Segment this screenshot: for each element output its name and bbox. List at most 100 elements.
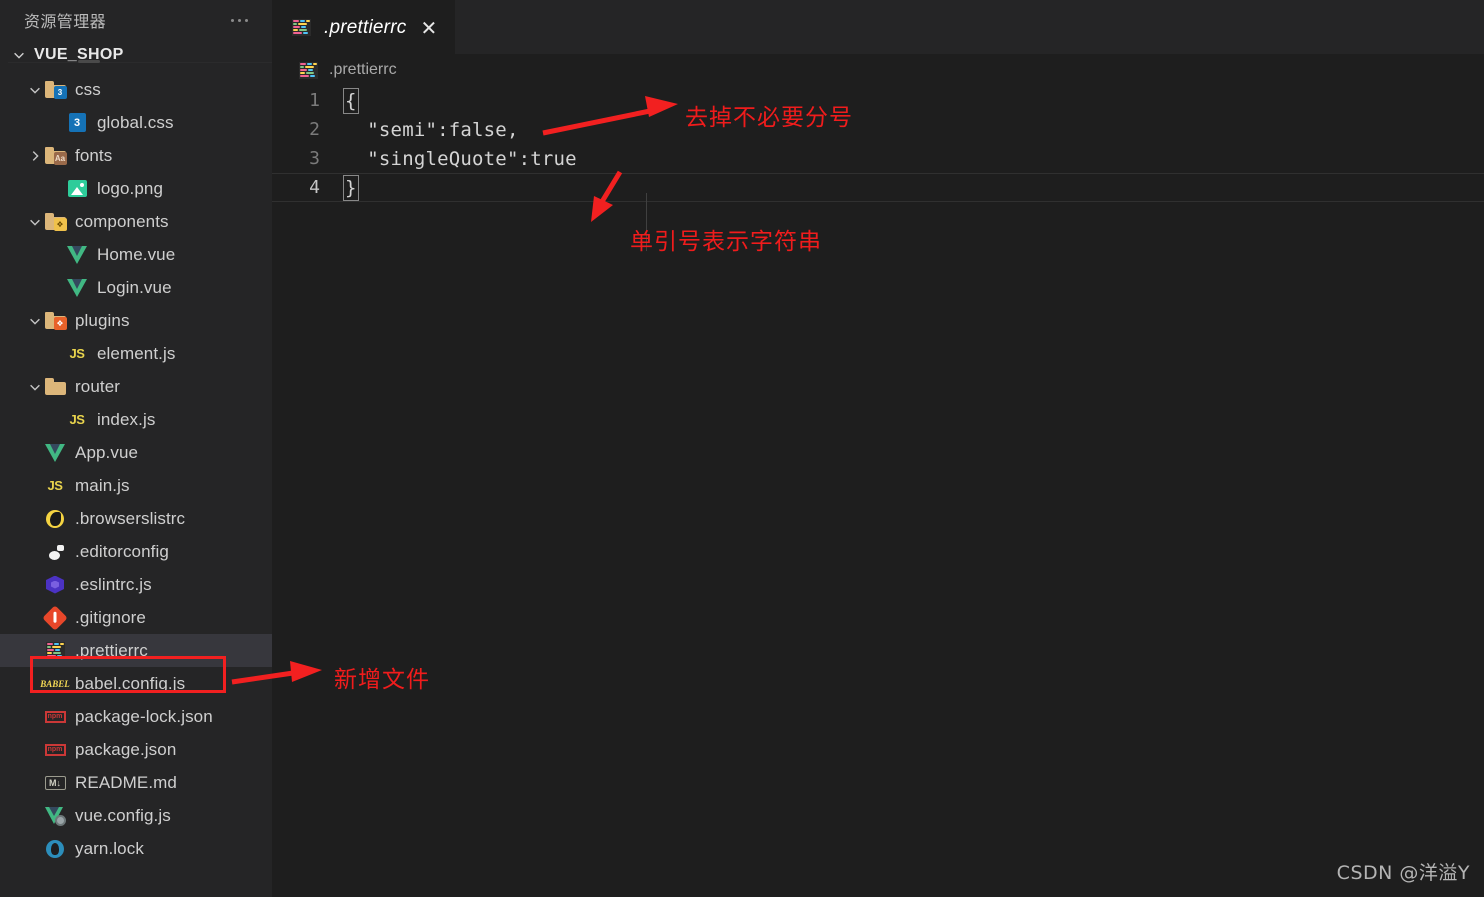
chevron-down-icon[interactable] (26, 378, 44, 396)
tree-row-babel-config-js[interactable]: BABEL babel.config.js (0, 667, 272, 700)
file-tree: 3 css 3 global.css Aa fonts logo.png ❖ component… (0, 70, 272, 897)
code-editor[interactable]: 1{2 "semi":false, 3 "singleQuote":true 4} (272, 86, 1484, 897)
breadcrumb-label: .prettierrc (329, 61, 397, 78)
tree-row-label: plugins (75, 310, 130, 330)
tree-row-package-lock-json[interactable]: npm package-lock.json (0, 700, 272, 733)
code-line[interactable]: 1{ (272, 86, 1484, 115)
tree-row-label: README.md (75, 772, 177, 792)
tree-row-main-js[interactable]: JS main.js (0, 469, 272, 502)
code-lines: 1{2 "semi":false, 3 "singleQuote":true 4} (272, 86, 1484, 202)
explorer-sidebar: 资源管理器 VUE_SHOP 3 css 3 global.css Aa fonts log… (0, 0, 272, 897)
tree-row-router[interactable]: router (0, 370, 272, 403)
js-file-icon: JS (47, 478, 63, 493)
editorconfig-icon (44, 541, 66, 563)
tree-row-label: main.js (75, 475, 130, 495)
folder-plugins-icon: ❖ (44, 310, 67, 332)
tree-row-element-js[interactable]: JS element.js (0, 337, 272, 370)
tree-row-label: yarn.lock (75, 838, 144, 858)
tree-row-label: babel.config.js (75, 673, 186, 693)
folder-components-icon: ❖ (44, 211, 67, 233)
tree-row-label: vue.config.js (75, 805, 171, 825)
tree-row-label: global.css (97, 112, 174, 132)
vue-file-icon (44, 442, 66, 464)
tree-row-prettierrc[interactable]: .prettierrc (0, 634, 272, 667)
chevron-down-icon[interactable] (26, 213, 44, 231)
tree-row-label: css (75, 79, 101, 99)
eslint-icon (44, 574, 66, 596)
tree-row-label: Login.vue (97, 277, 172, 297)
babel-icon: BABEL (40, 678, 70, 689)
tree-row-gitignore[interactable]: .gitignore (0, 601, 272, 634)
close-icon[interactable]: ✕ (418, 18, 439, 38)
breadcrumb[interactable]: .prettierrc (272, 54, 1484, 86)
project-root-row[interactable]: VUE_SHOP (0, 40, 272, 70)
tree-row-readme-md[interactable]: M↓ README.md (0, 766, 272, 799)
tree-row-label: .eslintrc.js (75, 574, 152, 594)
tree-row-css[interactable]: 3 css (0, 73, 272, 106)
chevron-right-icon[interactable] (26, 147, 44, 165)
tree-row-eslintrc-js[interactable]: .eslintrc.js (0, 568, 272, 601)
js-file-icon: JS (69, 412, 85, 427)
vue-file-icon (66, 277, 88, 299)
code-line[interactable]: 2 "semi":false, (272, 115, 1484, 144)
tree-row-label: .gitignore (75, 607, 146, 627)
code-text: "singleQuote":true (344, 147, 577, 170)
line-number: 1 (309, 90, 320, 111)
line-number: 3 (309, 148, 320, 169)
tree-row-label: package-lock.json (75, 706, 213, 726)
tree-row-yarn-lock[interactable]: yarn.lock (0, 832, 272, 865)
code-text: { (343, 87, 359, 114)
tree-row-browserslistrc[interactable]: .browserslistrc (0, 502, 272, 535)
tree-row-home-vue[interactable]: Home.vue (0, 238, 272, 271)
tree-row-plugins[interactable]: ❖ plugins (0, 304, 272, 337)
js-file-icon: JS (69, 346, 85, 361)
vue-file-icon (66, 244, 88, 266)
npm-icon: npm (44, 706, 66, 728)
tree-row-fonts[interactable]: Aa fonts (0, 139, 272, 172)
tree-row-global-css[interactable]: 3 global.css (0, 106, 272, 139)
tree-row-editorconfig[interactable]: .editorconfig (0, 535, 272, 568)
tree-row-label: element.js (97, 343, 176, 363)
tree-row-index-js[interactable]: JS index.js (0, 403, 272, 436)
chevron-down-icon[interactable] (26, 312, 44, 330)
chevron-down-icon[interactable] (26, 81, 44, 99)
tree-row-app-vue[interactable]: App.vue (0, 436, 272, 469)
tree-row-login-vue[interactable]: Login.vue (0, 271, 272, 304)
code-line[interactable]: 4} (272, 173, 1484, 202)
tree-row-label: package.json (75, 739, 177, 759)
prettier-icon (44, 640, 66, 662)
tab-prettierrc[interactable]: .prettierrc ✕ (272, 0, 456, 54)
tree-row-vue-config-js[interactable]: vue.config.js (0, 799, 272, 832)
vue-config-icon (44, 805, 66, 827)
tree-row-label: components (75, 211, 169, 231)
tree-row-label: .prettierrc (75, 640, 148, 660)
editor-tabbar: .prettierrc ✕ (272, 0, 1484, 54)
vscode-window: 资源管理器 VUE_SHOP 3 css 3 global.css Aa fonts log… (0, 0, 1484, 897)
css-file-icon: 3 (66, 112, 88, 134)
tree-row-package-json[interactable]: npm package.json (0, 733, 272, 766)
explorer-title: 资源管理器 (24, 14, 107, 31)
tree-row-label: .browserslistrc (75, 508, 186, 528)
tree-row-label: index.js (97, 409, 156, 429)
tabbar-empty-space (455, 0, 1484, 54)
browserslist-icon (44, 508, 66, 530)
explorer-header: 资源管理器 (0, 0, 272, 40)
yarn-icon (44, 838, 66, 860)
tree-row-components[interactable]: ❖ components (0, 205, 272, 238)
scroll-indicator[interactable] (78, 60, 100, 63)
tree-row-label: .editorconfig (75, 541, 169, 561)
folder-icon (44, 376, 66, 398)
tree-row-label: router (75, 376, 121, 396)
tree-row-label: Home.vue (97, 244, 176, 264)
tree-row-logo-png[interactable]: logo.png (0, 172, 272, 205)
line-number: 2 (309, 119, 320, 140)
folder-css-open-icon: 3 (44, 79, 67, 101)
code-line[interactable]: 3 "singleQuote":true (272, 144, 1484, 173)
git-icon (42, 604, 68, 631)
tab-label: .prettierrc (324, 16, 407, 38)
indent-guide (646, 193, 647, 251)
npm-icon: npm (44, 739, 66, 761)
more-actions-icon[interactable] (227, 15, 252, 26)
prettier-icon (290, 17, 312, 39)
code-text: } (343, 174, 359, 201)
